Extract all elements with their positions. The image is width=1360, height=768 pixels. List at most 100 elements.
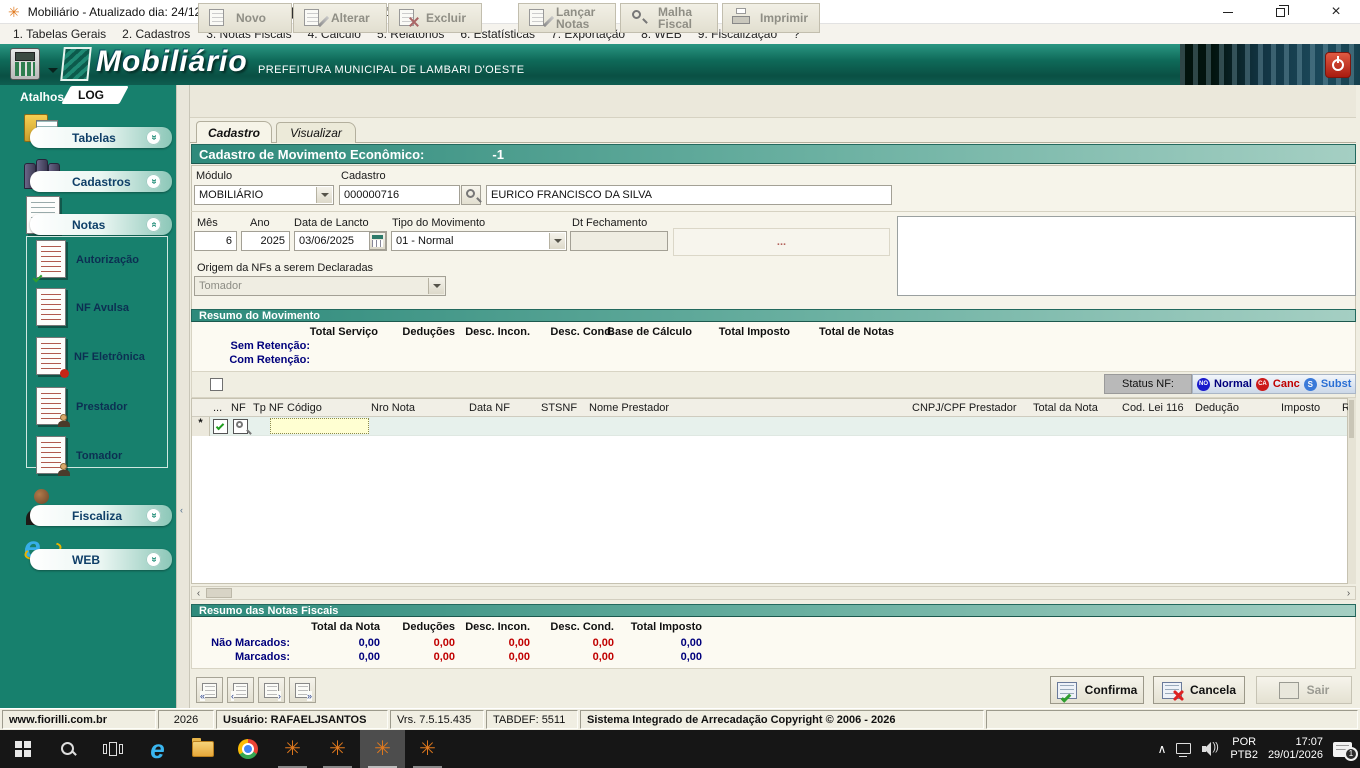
select-all-checkbox[interactable]: [210, 378, 223, 391]
grid-new-row[interactable]: *: [192, 417, 1347, 436]
cadastro-search-button[interactable]: [461, 185, 481, 205]
clock[interactable]: 17:07 29/01/2026: [1268, 736, 1323, 762]
splitter-collapse-icon[interactable]: ‹: [180, 505, 183, 515]
observacao-box[interactable]: [897, 216, 1356, 296]
minimize-button[interactable]: [1205, 0, 1250, 24]
row-nao-marcados: Não Marcados:: [176, 637, 290, 649]
more-options-button[interactable]: ...: [673, 228, 890, 256]
sidebar-item-nf-eletronica[interactable]: NF Eletrônica: [74, 351, 145, 363]
language-indicator[interactable]: POR PTB2: [1230, 736, 1258, 762]
app-icon: ✳: [8, 2, 20, 22]
chevron-down-icon[interactable]: «: [146, 130, 161, 145]
close-button[interactable]: ×: [1312, 0, 1360, 24]
lancar-notas-button[interactable]: Lançar Notas: [518, 3, 616, 33]
chevron-down-icon[interactable]: «: [146, 174, 161, 189]
record-last-icon: »: [295, 683, 310, 698]
chevron-down-icon[interactable]: «: [146, 508, 161, 523]
record-first-button[interactable]: «: [196, 677, 223, 703]
record-last-button[interactable]: »: [289, 677, 316, 703]
menu-tabelas-gerais[interactable]: 1. Tabelas Gerais: [5, 24, 114, 44]
sidebar-item-prestador[interactable]: Prestador: [76, 401, 127, 413]
tray-chevron-icon[interactable]: ∧: [1158, 742, 1167, 756]
taskbar-file-explorer[interactable]: [180, 730, 225, 768]
codigo-edit-cell[interactable]: [270, 418, 369, 434]
restore-icon: [1276, 8, 1285, 17]
sidebar-item-autorizacao[interactable]: Autorização: [76, 254, 139, 266]
power-icon: [1332, 59, 1344, 71]
language-top: POR: [1230, 736, 1258, 749]
novo-button[interactable]: Novo: [198, 3, 292, 33]
mes-input[interactable]: 6: [194, 231, 237, 251]
contribuinte-nome-input[interactable]: EURICO FRANCISCO DA SILVA: [486, 185, 892, 205]
power-button[interactable]: [1325, 52, 1351, 78]
chevron-down-icon[interactable]: «: [146, 552, 161, 567]
record-prev-button[interactable]: ‹: [227, 677, 254, 703]
status-bar: www.fiorilli.com.br 2026 Usuário: RAFAEL…: [0, 708, 1360, 730]
nf-eletronica-icon: [36, 337, 66, 375]
taskbar-fiorilli-app-2[interactable]: ✳: [315, 730, 360, 768]
sidebar-tab-log[interactable]: LOG: [66, 86, 124, 104]
notas-grid[interactable]: ... NF Tp NF Código Nro Nota Data NF STS…: [191, 398, 1348, 584]
start-button[interactable]: [0, 730, 45, 768]
sidebar-item-nf-avulsa[interactable]: NF Avulsa: [76, 302, 129, 314]
confirma-button[interactable]: Confirma: [1050, 676, 1144, 704]
taskbar-chrome[interactable]: [225, 730, 270, 768]
alterar-button[interactable]: Alterar: [293, 3, 387, 33]
scroll-left-icon[interactable]: ‹: [192, 587, 205, 599]
tab-cadastro-label: Cadastro: [208, 126, 260, 140]
notification-icon[interactable]: 1: [1333, 742, 1352, 757]
calendar-icon[interactable]: [369, 232, 386, 250]
modulo-select[interactable]: MOBILIÁRIO: [194, 185, 334, 205]
excluir-button[interactable]: Excluir: [388, 3, 482, 33]
status-subst-icon: S: [1304, 378, 1317, 391]
scroll-right-icon[interactable]: ›: [1342, 587, 1355, 599]
taskbar-ie[interactable]: e: [135, 730, 180, 768]
restore-button[interactable]: [1258, 0, 1303, 24]
sidebar-item-tomador[interactable]: Tomador: [76, 450, 122, 462]
network-icon[interactable]: [1176, 743, 1192, 755]
chevron-up-icon[interactable]: «: [146, 217, 161, 232]
status-nf-label: Status NF:: [1122, 378, 1174, 390]
ano-label: Ano: [250, 217, 270, 229]
confirm-check-icon: [1057, 682, 1077, 699]
chevron-down-icon[interactable]: [549, 233, 565, 249]
fiorilli-app-icon: ✳: [374, 739, 391, 759]
tab-cadastro[interactable]: Cadastro: [196, 121, 272, 143]
volume-icon[interactable]: )): [1202, 742, 1220, 756]
autorizacao-icon: [36, 240, 66, 278]
cadastro-input[interactable]: 000000716: [339, 185, 460, 205]
imprimir-button[interactable]: Imprimir: [722, 3, 820, 33]
grid-vertical-scrollbar[interactable]: [1348, 398, 1356, 584]
gcol-nf: NF: [231, 402, 246, 414]
scroll-thumb[interactable]: [206, 588, 232, 598]
cancela-button[interactable]: Cancela: [1153, 676, 1245, 704]
malha-fiscal-button[interactable]: Malha Fiscal: [620, 3, 718, 33]
sidebar-splitter[interactable]: ‹: [176, 85, 190, 730]
chevron-down-icon[interactable]: [316, 187, 332, 203]
record-prev-icon: ‹: [233, 683, 248, 698]
val-deducoes: 0,00: [375, 651, 455, 663]
task-view-button[interactable]: [90, 730, 135, 768]
tipo-movimento-value: 01 - Normal: [396, 235, 453, 247]
modulo-value: MOBILIÁRIO: [199, 189, 263, 201]
taskbar-search-button[interactable]: [45, 730, 90, 768]
tab-visualizar[interactable]: Visualizar: [276, 122, 356, 143]
cancela-label: Cancela: [1190, 683, 1236, 697]
grid-horizontal-scrollbar[interactable]: ‹ ›: [191, 586, 1356, 600]
row-confirm-check-icon[interactable]: [213, 419, 228, 434]
menu-cadastros[interactable]: 2. Cadastros: [114, 24, 198, 44]
val-total-nota: 0,00: [300, 651, 380, 663]
gcol-total-nota: Total da Nota: [1033, 402, 1098, 414]
taskbar-fiorilli-app-1[interactable]: ✳: [270, 730, 315, 768]
scroll-thumb[interactable]: [1349, 400, 1354, 438]
confirma-label: Confirma: [1085, 683, 1138, 697]
taskbar-fiorilli-app-3-active[interactable]: ✳: [360, 730, 405, 768]
tipo-movimento-select[interactable]: 01 - Normal: [391, 231, 567, 251]
taskbar-fiorilli-app-4[interactable]: ✳: [405, 730, 450, 768]
ano-input[interactable]: 2025: [241, 231, 290, 251]
record-next-button[interactable]: ›: [258, 677, 285, 703]
clock-time: 17:07: [1268, 736, 1323, 749]
sidebar-tab-atalhos[interactable]: Atalhos: [20, 90, 64, 104]
dt-fechamento-label: Dt Fechamento: [572, 217, 647, 229]
row-search-icon[interactable]: [233, 419, 248, 434]
